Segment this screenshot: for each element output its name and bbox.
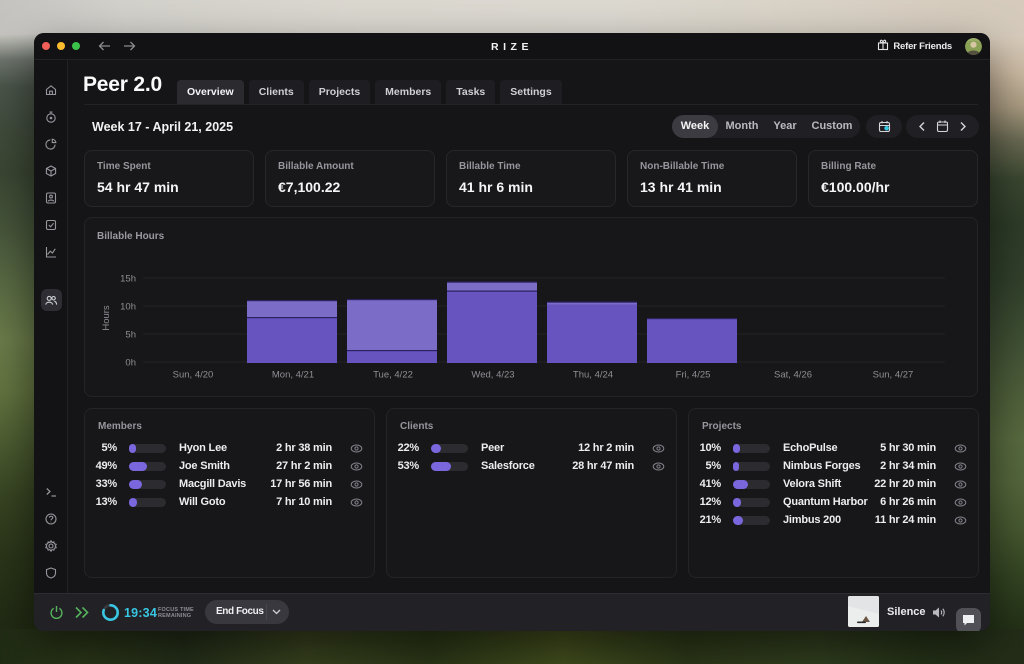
svg-text:Sun, 4/27: Sun, 4/27	[873, 370, 914, 381]
svg-text:Thu, 4/24: Thu, 4/24	[573, 370, 613, 381]
svg-text:Hours: Hours	[101, 305, 112, 331]
svg-text:Tue, 4/22: Tue, 4/22	[373, 370, 413, 381]
svg-text:5h: 5h	[125, 330, 136, 341]
svg-text:Mon, 4/21: Mon, 4/21	[272, 370, 314, 381]
svg-text:Wed, 4/23: Wed, 4/23	[471, 370, 514, 381]
svg-text:15h: 15h	[120, 274, 136, 285]
svg-text:Sat, 4/26: Sat, 4/26	[774, 370, 812, 381]
svg-text:Fri, 4/25: Fri, 4/25	[676, 370, 711, 381]
svg-text:10h: 10h	[120, 302, 136, 313]
svg-text:Billable Hours: Billable Hours	[97, 231, 165, 242]
svg-text:0h: 0h	[125, 358, 136, 369]
svg-text:Sun, 4/20: Sun, 4/20	[173, 370, 214, 381]
